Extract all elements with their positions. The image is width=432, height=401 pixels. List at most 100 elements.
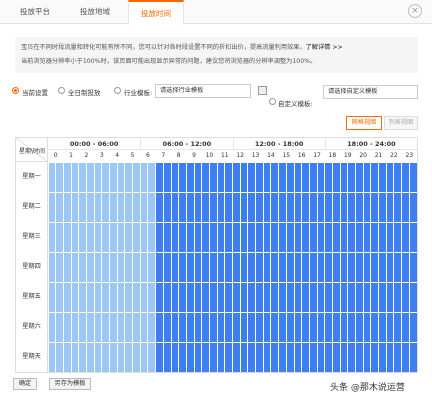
close-icon[interactable]: × xyxy=(408,4,422,18)
time-cell[interactable] xyxy=(71,222,79,252)
time-cell[interactable] xyxy=(71,252,79,282)
time-cell[interactable] xyxy=(71,282,79,312)
time-cell[interactable] xyxy=(386,312,394,342)
time-cell[interactable] xyxy=(340,252,348,282)
time-cell[interactable] xyxy=(186,192,194,222)
time-cell[interactable] xyxy=(225,282,232,312)
time-cell[interactable] xyxy=(71,342,79,372)
time-cell[interactable] xyxy=(171,342,179,372)
time-cell[interactable] xyxy=(332,312,340,342)
time-cell[interactable] xyxy=(140,252,148,282)
time-cell[interactable] xyxy=(409,162,417,192)
time-cell[interactable] xyxy=(148,312,156,342)
time-cell[interactable] xyxy=(248,312,256,342)
time-cell[interactable] xyxy=(386,282,394,312)
template-manage-icon[interactable] xyxy=(258,86,267,95)
time-cell[interactable] xyxy=(125,222,133,252)
time-cell[interactable] xyxy=(302,282,309,312)
time-cell[interactable] xyxy=(402,192,409,222)
time-cell[interactable] xyxy=(217,192,225,222)
time-cell[interactable] xyxy=(356,252,363,282)
time-cell[interactable] xyxy=(233,162,240,192)
time-cell[interactable] xyxy=(233,312,240,342)
time-cell[interactable] xyxy=(348,312,355,342)
time-cell[interactable] xyxy=(279,222,286,252)
time-cell[interactable] xyxy=(217,282,225,312)
time-cell[interactable] xyxy=(325,312,332,342)
time-cell[interactable] xyxy=(356,342,363,372)
time-cell[interactable] xyxy=(48,342,56,372)
time-cell[interactable] xyxy=(125,282,133,312)
time-cell[interactable] xyxy=(233,282,240,312)
time-cell[interactable] xyxy=(394,252,402,282)
time-cell[interactable] xyxy=(48,192,56,222)
time-cell[interactable] xyxy=(133,282,140,312)
time-cell[interactable] xyxy=(286,342,294,372)
time-cell[interactable] xyxy=(217,162,225,192)
time-cell[interactable] xyxy=(309,342,317,372)
time-cell[interactable] xyxy=(402,252,409,282)
time-cell[interactable] xyxy=(379,222,386,252)
radio-allday[interactable] xyxy=(58,87,65,94)
time-cell[interactable] xyxy=(256,192,263,222)
time-cell[interactable] xyxy=(371,192,379,222)
time-cell[interactable] xyxy=(263,162,271,192)
time-cell[interactable] xyxy=(186,162,194,192)
time-cell[interactable] xyxy=(148,162,156,192)
time-cell[interactable] xyxy=(133,222,140,252)
time-cell[interactable] xyxy=(371,162,379,192)
tab-time[interactable]: 投放时间 xyxy=(128,0,184,25)
time-cell[interactable] xyxy=(86,162,94,192)
save-template-button[interactable]: 另存为模板 xyxy=(49,378,91,390)
time-cell[interactable] xyxy=(286,222,294,252)
time-cell[interactable] xyxy=(233,342,240,372)
time-cell[interactable] xyxy=(117,342,125,372)
time-cell[interactable] xyxy=(332,282,340,312)
time-cell[interactable] xyxy=(317,222,325,252)
time-cell[interactable] xyxy=(63,222,71,252)
time-cell[interactable] xyxy=(225,342,232,372)
time-cell[interactable] xyxy=(209,282,217,312)
time-cell[interactable] xyxy=(309,222,317,252)
time-cell[interactable] xyxy=(79,162,86,192)
time-cell[interactable] xyxy=(48,162,56,192)
time-cell[interactable] xyxy=(56,162,63,192)
time-cell[interactable] xyxy=(79,312,86,342)
time-cell[interactable] xyxy=(102,342,109,372)
time-cell[interactable] xyxy=(309,192,317,222)
time-cell[interactable] xyxy=(309,312,317,342)
time-cell[interactable] xyxy=(140,222,148,252)
confirm-button[interactable]: 确定 xyxy=(13,378,37,390)
time-cell[interactable] xyxy=(171,192,179,222)
time-cell[interactable] xyxy=(186,312,194,342)
time-cell[interactable] xyxy=(63,192,71,222)
time-cell[interactable] xyxy=(217,312,225,342)
time-cell[interactable] xyxy=(402,312,409,342)
time-cell[interactable] xyxy=(217,222,225,252)
time-cell[interactable] xyxy=(194,162,202,192)
time-cell[interactable] xyxy=(48,252,56,282)
time-cell[interactable] xyxy=(202,312,209,342)
time-cell[interactable] xyxy=(317,162,325,192)
time-cell[interactable] xyxy=(263,342,271,372)
time-cell[interactable] xyxy=(279,282,286,312)
time-cell[interactable] xyxy=(248,162,256,192)
time-cell[interactable] xyxy=(156,222,163,252)
time-cell[interactable] xyxy=(240,192,248,222)
time-cell[interactable] xyxy=(156,342,163,372)
time-cell[interactable] xyxy=(394,222,402,252)
time-cell[interactable] xyxy=(332,252,340,282)
time-cell[interactable] xyxy=(409,192,417,222)
time-cell[interactable] xyxy=(102,312,109,342)
time-cell[interactable] xyxy=(63,282,71,312)
time-cell[interactable] xyxy=(179,222,186,252)
time-cell[interactable] xyxy=(125,342,133,372)
time-cell[interactable] xyxy=(225,192,232,222)
radio-current-setting[interactable] xyxy=(12,87,19,94)
time-cell[interactable] xyxy=(194,282,202,312)
time-cell[interactable] xyxy=(94,282,102,312)
time-cell[interactable] xyxy=(340,312,348,342)
time-cell[interactable] xyxy=(63,342,71,372)
time-cell[interactable] xyxy=(79,342,86,372)
time-cell[interactable] xyxy=(286,162,294,192)
